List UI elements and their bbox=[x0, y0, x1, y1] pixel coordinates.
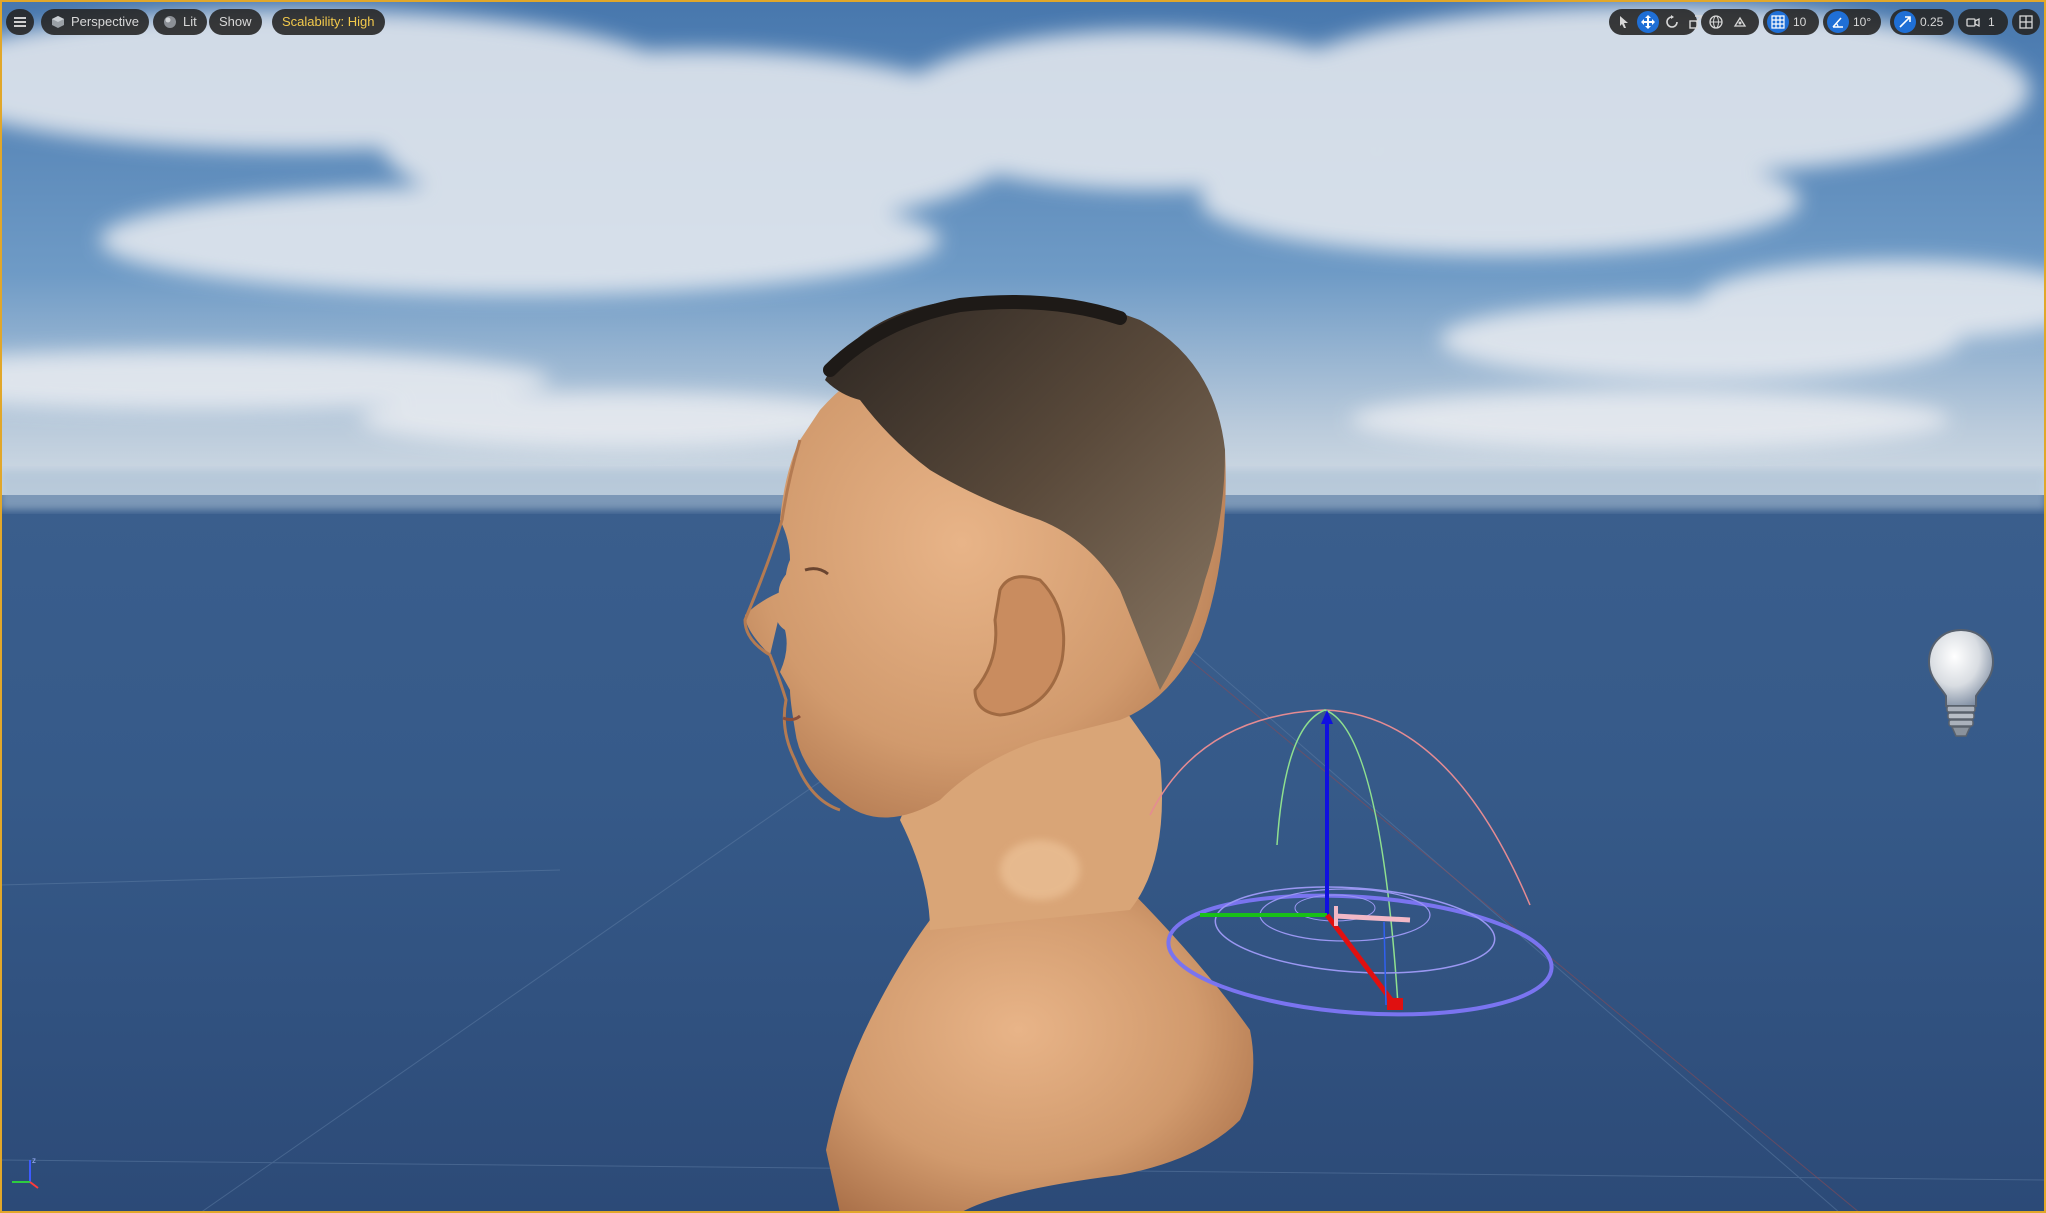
scalability-label: Scalability: High bbox=[282, 14, 375, 29]
level-viewport[interactable]: z Perspective Lit Show Scalability: High bbox=[0, 0, 2046, 1213]
svg-text:z: z bbox=[32, 1156, 36, 1165]
camera-speed-group[interactable]: 1 bbox=[1958, 9, 2008, 35]
view-mode-label: Perspective bbox=[71, 14, 139, 29]
world-axis-icon: z bbox=[12, 1156, 39, 1189]
coordinate-space-group bbox=[1701, 9, 1759, 35]
lighting-mode-button[interactable]: Lit bbox=[153, 9, 207, 35]
grid-snap-value[interactable]: 10 bbox=[1791, 15, 1810, 29]
show-flags-label: Show bbox=[219, 14, 252, 29]
surface-snap-toggle[interactable] bbox=[1729, 11, 1751, 33]
viewport-layout-icon bbox=[2019, 15, 2033, 29]
transform-tools-group bbox=[1609, 9, 1703, 35]
grid-snap-group: 10 bbox=[1763, 9, 1819, 35]
show-flags-button[interactable]: Show bbox=[209, 9, 262, 35]
scale-snap-value[interactable]: 0.25 bbox=[1918, 15, 1947, 29]
rotation-snap-group: 10° bbox=[1823, 9, 1881, 35]
lighting-mode-label: Lit bbox=[183, 14, 197, 29]
translate-arrows-icon bbox=[1641, 15, 1655, 29]
scale-snap-icon bbox=[1899, 16, 1911, 28]
camera-icon bbox=[1966, 17, 1980, 28]
surface-snap-icon bbox=[1733, 16, 1747, 27]
rotation-snap-value[interactable]: 10° bbox=[1851, 15, 1875, 29]
camera-speed-value: 1 bbox=[1988, 15, 1995, 29]
scale-snap-group: 0.25 bbox=[1890, 9, 1954, 35]
select-arrow-icon bbox=[1620, 16, 1628, 28]
view-mode-button[interactable]: Perspective bbox=[41, 9, 149, 35]
globe-icon bbox=[1709, 15, 1723, 29]
viewport-scene[interactable] bbox=[0, 0, 2046, 1213]
scale-snap-toggle[interactable] bbox=[1894, 11, 1916, 33]
scalability-warning-button[interactable]: Scalability: High bbox=[272, 9, 385, 35]
viewport-layout-button[interactable] bbox=[2012, 9, 2040, 35]
select-tool-button[interactable] bbox=[1613, 11, 1635, 33]
camera-speed-button[interactable] bbox=[1962, 11, 1984, 33]
rotation-snap-toggle[interactable] bbox=[1827, 11, 1849, 33]
hamburger-menu-icon bbox=[14, 21, 26, 23]
grid-snap-toggle[interactable] bbox=[1767, 11, 1789, 33]
angle-snap-icon bbox=[1832, 17, 1843, 28]
rotate-tool-button[interactable] bbox=[1661, 11, 1683, 33]
perspective-cube-icon bbox=[52, 16, 64, 28]
lit-sphere-icon bbox=[164, 16, 176, 28]
rotate-icon bbox=[1666, 15, 1678, 28]
grid-snap-icon bbox=[1771, 15, 1785, 29]
world-local-toggle[interactable] bbox=[1705, 11, 1727, 33]
viewport-menu-button[interactable] bbox=[6, 9, 34, 35]
translate-tool-button[interactable] bbox=[1637, 11, 1659, 33]
point-light-bulb-icon[interactable] bbox=[1926, 628, 1996, 740]
